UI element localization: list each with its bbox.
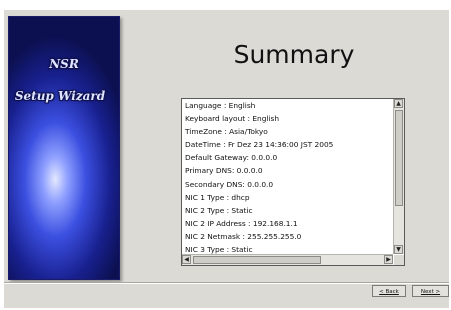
banner-subtitle: Setup Wizard	[14, 89, 106, 103]
summary-line: NIC 2 Type : Static	[185, 205, 253, 215]
summary-line: NIC 2 Netmask : 255.255.255.0	[185, 231, 302, 241]
horizontal-scroll-thumb[interactable]	[193, 256, 321, 264]
summary-line: NIC 3 Type : Static	[185, 245, 253, 254]
footer-separator	[4, 282, 449, 284]
wizard-banner: NSR Setup Wizard	[8, 16, 120, 280]
scrollbar-corner	[394, 255, 404, 265]
summary-line: TimeZone : Asia/Tokyo	[185, 127, 268, 137]
vertical-scroll-thumb[interactable]	[395, 110, 403, 206]
arrow-left-icon[interactable]: ◀	[182, 255, 191, 264]
arrow-down-icon[interactable]: ▼	[394, 245, 403, 254]
horizontal-scrollbar[interactable]: ◀ ▶	[182, 254, 393, 265]
summary-line: DateTime : Fr Dez 23 14:36:00 JST 2005	[185, 140, 334, 150]
summary-list: Language : English Keyboard layout : Engl…	[182, 99, 393, 254]
next-button[interactable]: Next >	[412, 285, 449, 297]
summary-line: Keyboard layout : English	[185, 114, 280, 124]
arrow-up-icon[interactable]: ▲	[394, 99, 403, 108]
summary-line: Primary DNS: 0.0.0.0	[185, 166, 263, 176]
next-button-label: Next >	[420, 289, 441, 295]
setup-wizard-window: NSR Setup Wizard Summary Language : Engl…	[4, 10, 449, 308]
back-button-label: < Back	[379, 289, 399, 295]
vertical-scrollbar[interactable]: ▲ ▼	[393, 99, 404, 254]
summary-line: Default Gateway: 0.0.0.0	[185, 153, 278, 163]
summary-line: NIC 1 Type : dhcp	[185, 192, 250, 202]
summary-line: Language : English	[185, 101, 256, 110]
summary-listbox[interactable]: Language : English Keyboard layout : Engl…	[181, 98, 405, 266]
arrow-right-icon[interactable]: ▶	[384, 255, 393, 264]
banner-title: NSR	[49, 57, 79, 71]
summary-line: NIC 2 IP Address : 192.168.1.1	[185, 218, 298, 228]
page-title: Summary	[233, 40, 355, 69]
summary-line: Secondary DNS: 0.0.0.0	[185, 179, 274, 189]
back-button[interactable]: < Back	[372, 285, 406, 297]
